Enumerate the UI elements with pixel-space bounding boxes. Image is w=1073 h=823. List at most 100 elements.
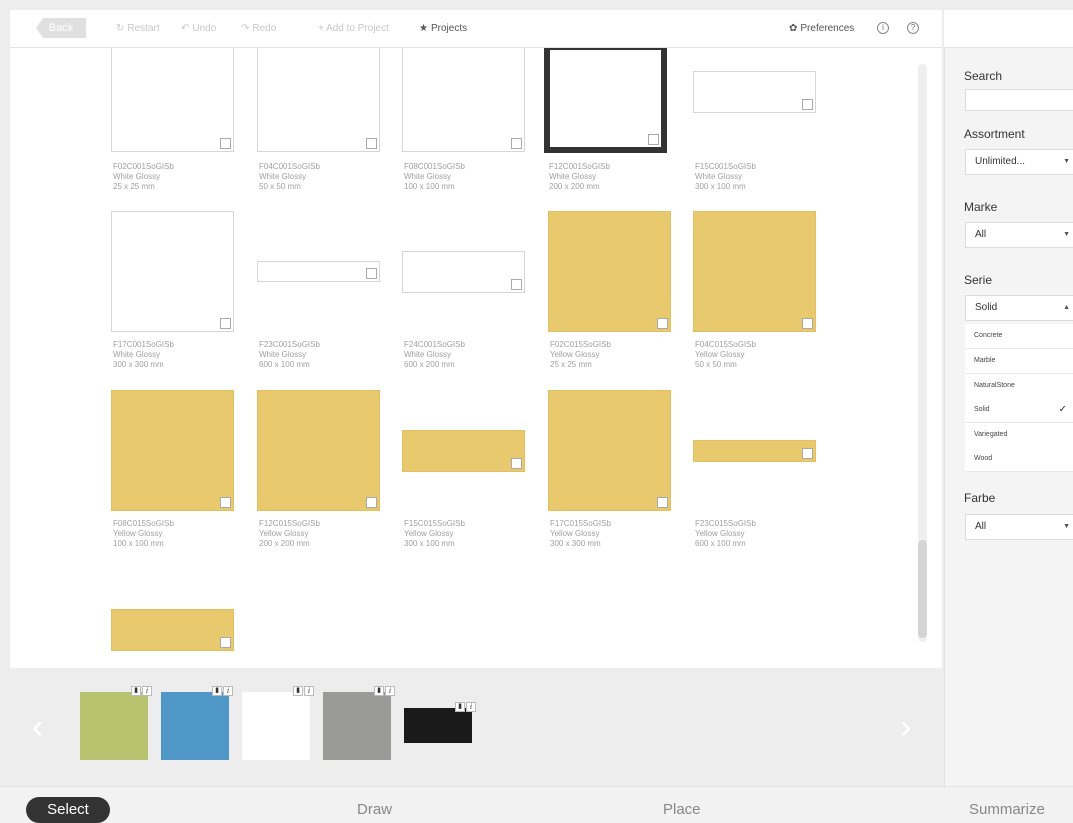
tile-preview bbox=[693, 71, 816, 113]
redo-label: Redo bbox=[252, 23, 277, 34]
chevron-right-icon[interactable]: › bbox=[900, 708, 911, 747]
search-input[interactable] bbox=[965, 89, 1073, 111]
trash-icon[interactable]: ▮ bbox=[212, 686, 222, 696]
tile-expand-icon[interactable] bbox=[366, 497, 377, 508]
add-to-project-label: + Add to Project bbox=[318, 23, 389, 34]
tile-expand-icon[interactable] bbox=[366, 268, 377, 279]
marke-select[interactable]: All ▼ bbox=[965, 222, 1073, 248]
caret-up-icon: ▲ bbox=[1063, 304, 1070, 311]
swatch-item[interactable]: ▮ i bbox=[80, 686, 152, 760]
trash-icon[interactable]: ▮ bbox=[455, 702, 465, 712]
nav-summarize-tab[interactable]: Summarize bbox=[969, 801, 1045, 818]
back-button[interactable]: Back bbox=[36, 18, 86, 38]
tile-code: F17C001SoGISb bbox=[113, 340, 174, 349]
undo-button[interactable]: ↶ Undo bbox=[181, 23, 216, 34]
search-label: Search bbox=[964, 69, 1003, 83]
tile-code: F12C001SoGISb bbox=[549, 162, 610, 171]
tile-finish: Yellow Glossy bbox=[695, 350, 745, 359]
tile-expand-icon[interactable] bbox=[220, 497, 231, 508]
redo-button[interactable]: ↷ Redo bbox=[241, 23, 276, 34]
serie-option-selected[interactable]: Solid ✓ bbox=[965, 398, 1073, 423]
chevron-left-icon[interactable]: ‹ bbox=[32, 708, 43, 747]
tile-finish: White Glossy bbox=[404, 172, 452, 181]
help-icon[interactable]: ? bbox=[907, 22, 919, 34]
tile-expand-icon[interactable] bbox=[220, 637, 231, 648]
tile-expand-icon[interactable] bbox=[220, 318, 231, 329]
tile-expand-icon[interactable] bbox=[511, 458, 522, 469]
workflow-nav: Select Draw Place Summarize bbox=[0, 786, 1073, 823]
info-icon[interactable]: i bbox=[142, 686, 152, 696]
tile-code: F23C015SoGISb bbox=[695, 519, 756, 528]
info-icon[interactable]: i bbox=[304, 686, 314, 696]
tile-code: F08C001SoGISb bbox=[404, 162, 465, 171]
caret-down-icon: ▼ bbox=[1063, 231, 1070, 238]
serie-option-label: Solid bbox=[974, 406, 990, 413]
grid-scrollbar-thumb[interactable] bbox=[918, 540, 927, 638]
tile-code: F24C001SoGISb bbox=[404, 340, 465, 349]
marke-value: All bbox=[975, 229, 987, 240]
tile-code: F02C001SoGISb bbox=[113, 162, 174, 171]
tile-preview bbox=[257, 48, 380, 152]
checkmark-icon: ✓ bbox=[1058, 404, 1067, 415]
swatch-item[interactable]: ▮ i bbox=[161, 686, 233, 760]
info-icon[interactable]: i bbox=[223, 686, 233, 696]
info-icon[interactable]: i bbox=[385, 686, 395, 696]
tile-expand-icon[interactable] bbox=[366, 138, 377, 149]
caret-down-icon: ▼ bbox=[1063, 158, 1070, 165]
tile-preview bbox=[257, 261, 380, 282]
serie-select[interactable]: Solid ▲ bbox=[965, 295, 1073, 321]
swatch-item[interactable]: ▮ i bbox=[404, 702, 476, 743]
tile-size: 100 x 100 mm bbox=[113, 539, 164, 548]
tile-expand-icon[interactable] bbox=[511, 138, 522, 149]
tile-expand-icon[interactable] bbox=[802, 99, 813, 110]
farbe-label: Farbe bbox=[964, 491, 996, 505]
tile-expand-icon[interactable] bbox=[657, 318, 668, 329]
tile-size: 200 x 200 mm bbox=[549, 182, 600, 191]
projects-button[interactable]: ★ Projects bbox=[419, 23, 467, 34]
tile-expand-icon[interactable] bbox=[802, 318, 813, 329]
serie-option[interactable]: Marble bbox=[965, 349, 1073, 374]
tile-grid: F02C001SoGISb White Glossy 25 x 25 mm F0… bbox=[10, 48, 942, 668]
trash-icon[interactable]: ▮ bbox=[374, 686, 384, 696]
tile-expand-icon[interactable] bbox=[802, 448, 813, 459]
info-icon[interactable]: i bbox=[877, 22, 889, 34]
serie-option[interactable]: Variegated bbox=[965, 423, 1073, 448]
trash-icon[interactable]: ▮ bbox=[293, 686, 303, 696]
preferences-button[interactable]: ✿ Preferences bbox=[789, 23, 854, 34]
tile-expand-icon[interactable] bbox=[648, 134, 659, 145]
toolbar: Back ↻ Restart ↶ Undo ↷ Redo + Add to Proje… bbox=[10, 10, 942, 48]
nav-draw-tab[interactable]: Draw bbox=[357, 801, 392, 818]
add-to-project-button[interactable]: + Add to Project bbox=[318, 23, 389, 34]
tile-preview bbox=[544, 48, 667, 153]
tile-code: F12C015SoGISb bbox=[259, 519, 320, 528]
tile-size: 50 x 50 mm bbox=[259, 182, 301, 191]
preferences-label: Preferences bbox=[800, 23, 855, 34]
tile-size: 50 x 50 mm bbox=[695, 360, 737, 369]
tile-expand-icon[interactable] bbox=[220, 138, 231, 149]
undo-icon: ↶ bbox=[181, 23, 190, 34]
tile-expand-icon[interactable] bbox=[511, 279, 522, 290]
tile-finish: White Glossy bbox=[113, 172, 161, 181]
restart-button[interactable]: ↻ Restart bbox=[116, 23, 160, 34]
tile-size: 600 x 100 mm bbox=[259, 360, 310, 369]
serie-option[interactable]: Wood bbox=[965, 447, 1073, 472]
serie-label: Serie bbox=[964, 273, 993, 287]
serie-option[interactable]: NaturalStone bbox=[965, 374, 1073, 399]
tile-finish: White Glossy bbox=[695, 172, 743, 181]
grid-scrollbar[interactable] bbox=[918, 64, 927, 642]
serie-option[interactable]: Concrete bbox=[965, 324, 1073, 349]
assortment-select[interactable]: Unlimited... ▼ bbox=[965, 149, 1073, 175]
tile-code: F02C015SoGISb bbox=[550, 340, 611, 349]
tile-code: F17C015SoGISb bbox=[550, 519, 611, 528]
nav-select-tab[interactable]: Select bbox=[26, 797, 110, 823]
filter-sidebar: Search Assortment Unlimited... ▼ Marke A… bbox=[944, 48, 1073, 786]
trash-icon[interactable]: ▮ bbox=[131, 686, 141, 696]
info-icon[interactable]: i bbox=[466, 702, 476, 712]
tile-size: 100 x 100 mm bbox=[404, 182, 455, 191]
farbe-select[interactable]: All ▼ bbox=[965, 514, 1073, 540]
swatch-item[interactable]: ▮ i bbox=[242, 686, 314, 760]
swatch-item[interactable]: ▮ i bbox=[323, 686, 395, 760]
projects-label: Projects bbox=[430, 23, 468, 34]
nav-place-tab[interactable]: Place bbox=[663, 801, 701, 818]
tile-expand-icon[interactable] bbox=[657, 497, 668, 508]
